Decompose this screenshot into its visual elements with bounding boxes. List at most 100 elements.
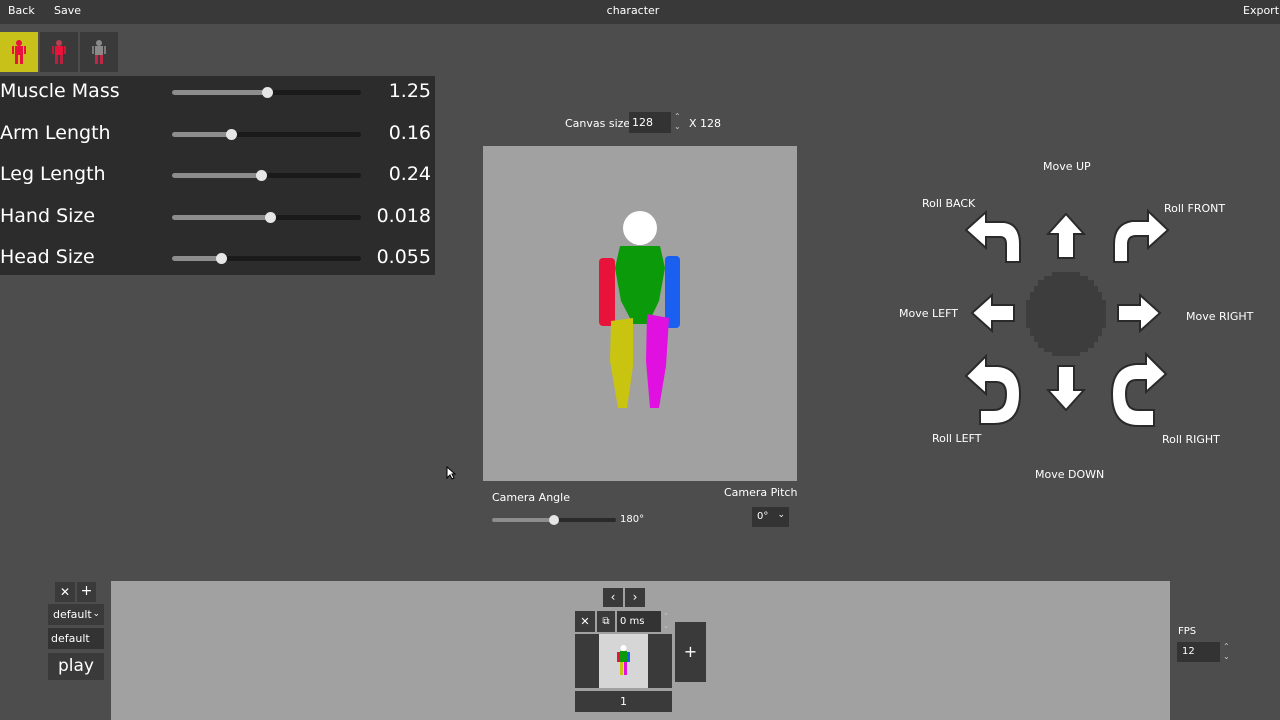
leg-length-slider[interactable] xyxy=(172,170,361,181)
roll-right-label: Roll RIGHT xyxy=(1162,433,1220,446)
character-right-leg xyxy=(646,314,669,408)
roll-back-arrow-icon[interactable] xyxy=(964,210,1024,264)
animation-select[interactable]: default ⌄ xyxy=(48,604,104,625)
arm-length-slider[interactable] xyxy=(172,129,361,140)
add-frame-button[interactable]: + xyxy=(675,622,706,682)
character-left-arm xyxy=(599,258,615,326)
slider-handle[interactable] xyxy=(549,515,559,525)
character-right-arm xyxy=(665,256,680,328)
mouse-cursor-icon xyxy=(446,466,456,480)
character-button-3[interactable] xyxy=(80,32,118,72)
frame-thumbnail[interactable] xyxy=(575,634,672,688)
hand-size-slider[interactable] xyxy=(172,212,361,223)
slider-handle[interactable] xyxy=(225,129,237,140)
chevron-down-icon: ⌄ xyxy=(92,609,100,619)
character-model xyxy=(599,211,680,408)
slider-label: Head Size xyxy=(0,246,95,268)
frame-duration-spinner[interactable]: ⌃ ⌄ xyxy=(663,611,669,631)
fps-spinner[interactable]: ⌃ ⌄ xyxy=(1223,642,1230,662)
move-up-label: Move UP xyxy=(1043,160,1091,173)
character-figure-icon xyxy=(12,40,26,64)
roll-front-arrow-icon[interactable] xyxy=(1110,208,1170,264)
play-button[interactable]: play xyxy=(48,653,104,680)
slider-row-hand-size: Hand Size 0.018 xyxy=(0,201,435,241)
character-preview[interactable] xyxy=(483,146,797,481)
camera-angle-value: 180° xyxy=(620,514,645,525)
slider-value: 0.018 xyxy=(376,205,431,227)
window-title: character xyxy=(606,4,660,17)
next-frame-button[interactable]: › xyxy=(625,588,645,607)
camera-angle-slider[interactable] xyxy=(492,515,616,525)
roll-back-label: Roll BACK xyxy=(922,197,976,210)
slider-label: Hand Size xyxy=(0,205,96,227)
fps-input[interactable]: 12 xyxy=(1177,642,1220,662)
frame-number: 1 xyxy=(575,691,672,712)
chevron-down-icon: ⌄ xyxy=(777,510,785,520)
roll-right-arrow-icon[interactable] xyxy=(1108,352,1168,428)
slider-row-head-size: Head Size 0.055 xyxy=(0,242,435,282)
slider-handle[interactable] xyxy=(265,212,277,223)
slider-row-muscle-mass: Muscle Mass 1.25 xyxy=(0,76,435,116)
slider-row-arm-length: Arm Length 0.16 xyxy=(0,118,435,158)
character-button-2[interactable] xyxy=(40,32,78,72)
add-animation-button[interactable]: + xyxy=(77,582,96,602)
chevron-up-icon[interactable]: ⌃ xyxy=(663,611,669,621)
slider-value: 1.25 xyxy=(388,80,431,102)
chevron-up-icon[interactable]: ⌃ xyxy=(674,112,681,122)
slider-row-leg-length: Leg Length 0.24 xyxy=(0,159,435,199)
fps-label: FPS xyxy=(1178,626,1197,637)
slider-value: 0.16 xyxy=(388,122,431,144)
slider-value: 0.24 xyxy=(388,163,431,185)
frame-thumbnail-image xyxy=(599,634,648,688)
character-figure-icon xyxy=(92,40,106,64)
slider-label: Muscle Mass xyxy=(0,80,120,102)
character-head xyxy=(623,211,657,245)
roll-left-label: Roll LEFT xyxy=(932,432,982,445)
copy-frame-button[interactable]: ⧉ xyxy=(597,611,615,632)
animation-select-value: default xyxy=(53,608,92,621)
move-right-arrow-icon[interactable] xyxy=(1116,292,1162,334)
muscle-mass-slider[interactable] xyxy=(172,87,361,98)
character-torso xyxy=(615,246,665,324)
slider-handle[interactable] xyxy=(216,253,228,264)
character-thumbnail xyxy=(617,645,630,675)
camera-pitch-select[interactable]: 0° ⌄ xyxy=(752,507,789,527)
move-left-arrow-icon[interactable] xyxy=(970,292,1016,334)
center-pad xyxy=(1026,272,1106,356)
slider-label: Arm Length xyxy=(0,122,111,144)
character-figure-icon xyxy=(52,40,66,64)
delete-frame-button[interactable]: ✕ xyxy=(575,611,595,632)
character-left-leg xyxy=(610,318,633,408)
roll-left-arrow-icon[interactable] xyxy=(964,354,1024,426)
slider-value: 0.055 xyxy=(376,246,431,268)
export-button[interactable]: Export xyxy=(1243,4,1279,17)
move-right-label: Move RIGHT xyxy=(1186,310,1254,323)
frame-duration-input[interactable]: 0 ms xyxy=(617,611,661,632)
canvas-size-suffix: X 128 xyxy=(689,117,722,130)
top-bar: Back Save character Export xyxy=(0,0,1280,24)
canvas-size-spinner[interactable]: ⌃ ⌄ xyxy=(674,112,681,132)
move-down-arrow-icon[interactable] xyxy=(1044,364,1088,412)
camera-angle-label: Camera Angle xyxy=(492,491,570,504)
animation-name-input[interactable]: default xyxy=(48,628,104,649)
camera-pitch-label: Camera Pitch xyxy=(724,486,798,499)
character-button-1[interactable] xyxy=(0,32,38,72)
camera-pitch-value: 0° xyxy=(757,511,769,522)
move-left-label: Move LEFT xyxy=(899,307,958,320)
roll-front-label: Roll FRONT xyxy=(1164,202,1226,215)
move-up-arrow-icon[interactable] xyxy=(1044,212,1088,260)
delete-animation-button[interactable]: ✕ xyxy=(55,582,75,602)
move-down-label: Move DOWN xyxy=(1035,468,1105,481)
chevron-down-icon[interactable]: ⌄ xyxy=(663,621,669,631)
canvas-size-label: Canvas size: xyxy=(565,117,634,130)
previous-frame-button[interactable]: ‹ xyxy=(603,588,623,607)
canvas-size-input[interactable]: 128 xyxy=(629,112,671,133)
body-parameters-panel: Muscle Mass 1.25 Arm Length 0.16 Leg Len… xyxy=(0,76,435,275)
head-size-slider[interactable] xyxy=(172,253,361,264)
chevron-down-icon[interactable]: ⌄ xyxy=(674,122,681,132)
slider-handle[interactable] xyxy=(255,170,267,181)
slider-label: Leg Length xyxy=(0,163,106,185)
slider-handle[interactable] xyxy=(261,87,273,98)
chevron-up-icon[interactable]: ⌃ xyxy=(1223,642,1230,652)
chevron-down-icon[interactable]: ⌄ xyxy=(1223,652,1230,662)
